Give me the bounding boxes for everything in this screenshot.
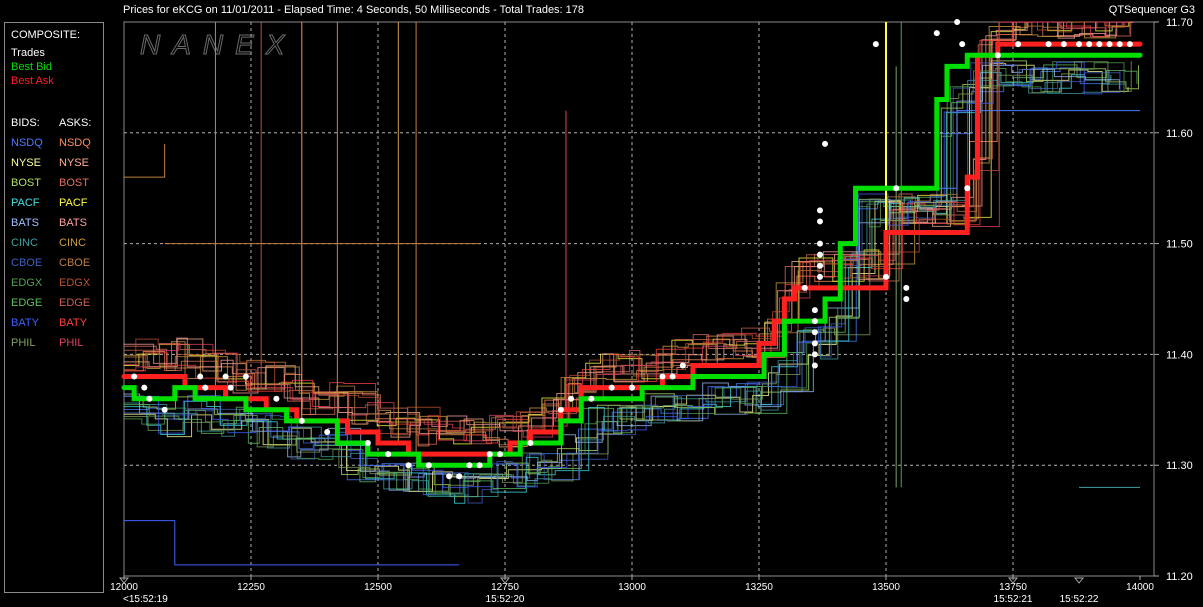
x-tick-label: 13500 bbox=[872, 582, 900, 593]
trade-point bbox=[466, 462, 473, 469]
time-label: 15:52:20 bbox=[486, 594, 525, 605]
trade-point bbox=[364, 440, 371, 447]
time-label: <15:52:19 bbox=[123, 594, 168, 605]
trade-point bbox=[811, 362, 818, 369]
trade-point bbox=[446, 473, 453, 480]
trade-point bbox=[872, 41, 879, 48]
trade-point bbox=[811, 351, 818, 358]
trade-point bbox=[994, 52, 1001, 59]
trade-point bbox=[1106, 41, 1113, 48]
trade-point bbox=[202, 384, 209, 391]
trade-point bbox=[131, 373, 138, 380]
trade-point bbox=[679, 362, 686, 369]
x-tick-label: 12750 bbox=[491, 582, 519, 593]
trade-point bbox=[816, 207, 823, 214]
trade-point bbox=[1086, 41, 1093, 48]
y-tick-label: 11.40 bbox=[1166, 349, 1193, 361]
trade-point bbox=[1126, 41, 1133, 48]
trade-point bbox=[405, 462, 412, 469]
trade-point bbox=[893, 185, 900, 192]
trade-point bbox=[959, 41, 966, 48]
trade-point bbox=[903, 296, 910, 302]
trade-point bbox=[141, 384, 148, 391]
trade-point bbox=[527, 440, 534, 447]
trade-point bbox=[476, 462, 483, 469]
exchange-quote-line bbox=[124, 520, 460, 566]
trade-point bbox=[456, 473, 463, 480]
trade-point bbox=[608, 384, 615, 391]
y-tick-label: 11.60 bbox=[1166, 128, 1193, 140]
trade-point bbox=[222, 373, 229, 380]
trade-point bbox=[385, 451, 392, 458]
trade-point bbox=[1076, 41, 1083, 48]
trade-point bbox=[816, 218, 823, 225]
price-chart: NANEX 11.70 11.60 11.50 11.40 11.30 11.20 1200… bbox=[110, 17, 1193, 605]
trade-point bbox=[811, 329, 818, 336]
trade-point bbox=[1116, 41, 1123, 48]
y-tick-label: 11.70 bbox=[1166, 17, 1193, 29]
trade-point bbox=[811, 318, 818, 325]
series-line-best-bid bbox=[121, 52, 1143, 468]
trade-point bbox=[954, 19, 961, 25]
trade-point bbox=[933, 30, 940, 37]
x-tick-label: 12000 bbox=[110, 582, 138, 593]
trade-point bbox=[568, 395, 575, 402]
time-marker bbox=[1073, 577, 1085, 584]
x-tick-label: 14000 bbox=[1126, 582, 1154, 593]
trade-point bbox=[496, 451, 503, 458]
trade-point bbox=[1096, 41, 1103, 48]
trade-point bbox=[324, 428, 331, 435]
trade-point bbox=[903, 284, 910, 291]
trade-point bbox=[557, 406, 564, 413]
trade-point bbox=[146, 395, 153, 402]
trade-point bbox=[588, 395, 595, 402]
nanex-watermark: NANEX bbox=[140, 29, 296, 60]
trade-point bbox=[816, 262, 823, 269]
trade-point bbox=[801, 284, 808, 291]
exchange-quote-line bbox=[124, 21, 1123, 445]
series-line-best-ask bbox=[121, 41, 1143, 457]
trade-point bbox=[816, 251, 823, 258]
trade-point bbox=[659, 373, 666, 380]
trade-point bbox=[669, 373, 676, 380]
trade-point bbox=[161, 406, 168, 413]
exchange-quote-line bbox=[865, 110, 1140, 189]
time-label: 15:52:22 bbox=[1060, 594, 1099, 605]
exchange-quote-line bbox=[124, 67, 1110, 494]
trade-point bbox=[816, 240, 823, 247]
y-tick-label: 11.50 bbox=[1166, 239, 1193, 251]
trade-point bbox=[298, 417, 305, 424]
exchange-quote-line bbox=[124, 64, 1138, 494]
trade-point bbox=[816, 273, 823, 280]
trade-point bbox=[964, 185, 971, 192]
trade-point bbox=[811, 307, 818, 314]
trade-point bbox=[273, 395, 280, 402]
trade-point bbox=[1060, 41, 1067, 48]
trade-point bbox=[227, 384, 234, 391]
y-tick-label: 11.20 bbox=[1166, 571, 1193, 583]
trade-point bbox=[242, 373, 249, 380]
trade-point bbox=[1015, 41, 1022, 48]
x-tick-label: 12250 bbox=[237, 582, 265, 593]
trade-point bbox=[425, 462, 432, 469]
time-label: 15:52:21 bbox=[994, 594, 1033, 605]
trade-point bbox=[629, 384, 635, 391]
trade-point bbox=[1045, 41, 1052, 48]
x-tick-label: 13000 bbox=[618, 582, 646, 593]
trade-point bbox=[822, 140, 829, 147]
trade-point bbox=[883, 273, 889, 280]
x-tick-label: 13250 bbox=[745, 582, 773, 593]
trade-point bbox=[811, 340, 818, 347]
trade-point bbox=[197, 373, 204, 380]
trade-point bbox=[486, 451, 493, 458]
x-tick-label: 12500 bbox=[364, 582, 392, 593]
y-tick-label: 11.30 bbox=[1166, 460, 1193, 472]
x-tick-label: 13750 bbox=[999, 582, 1027, 593]
